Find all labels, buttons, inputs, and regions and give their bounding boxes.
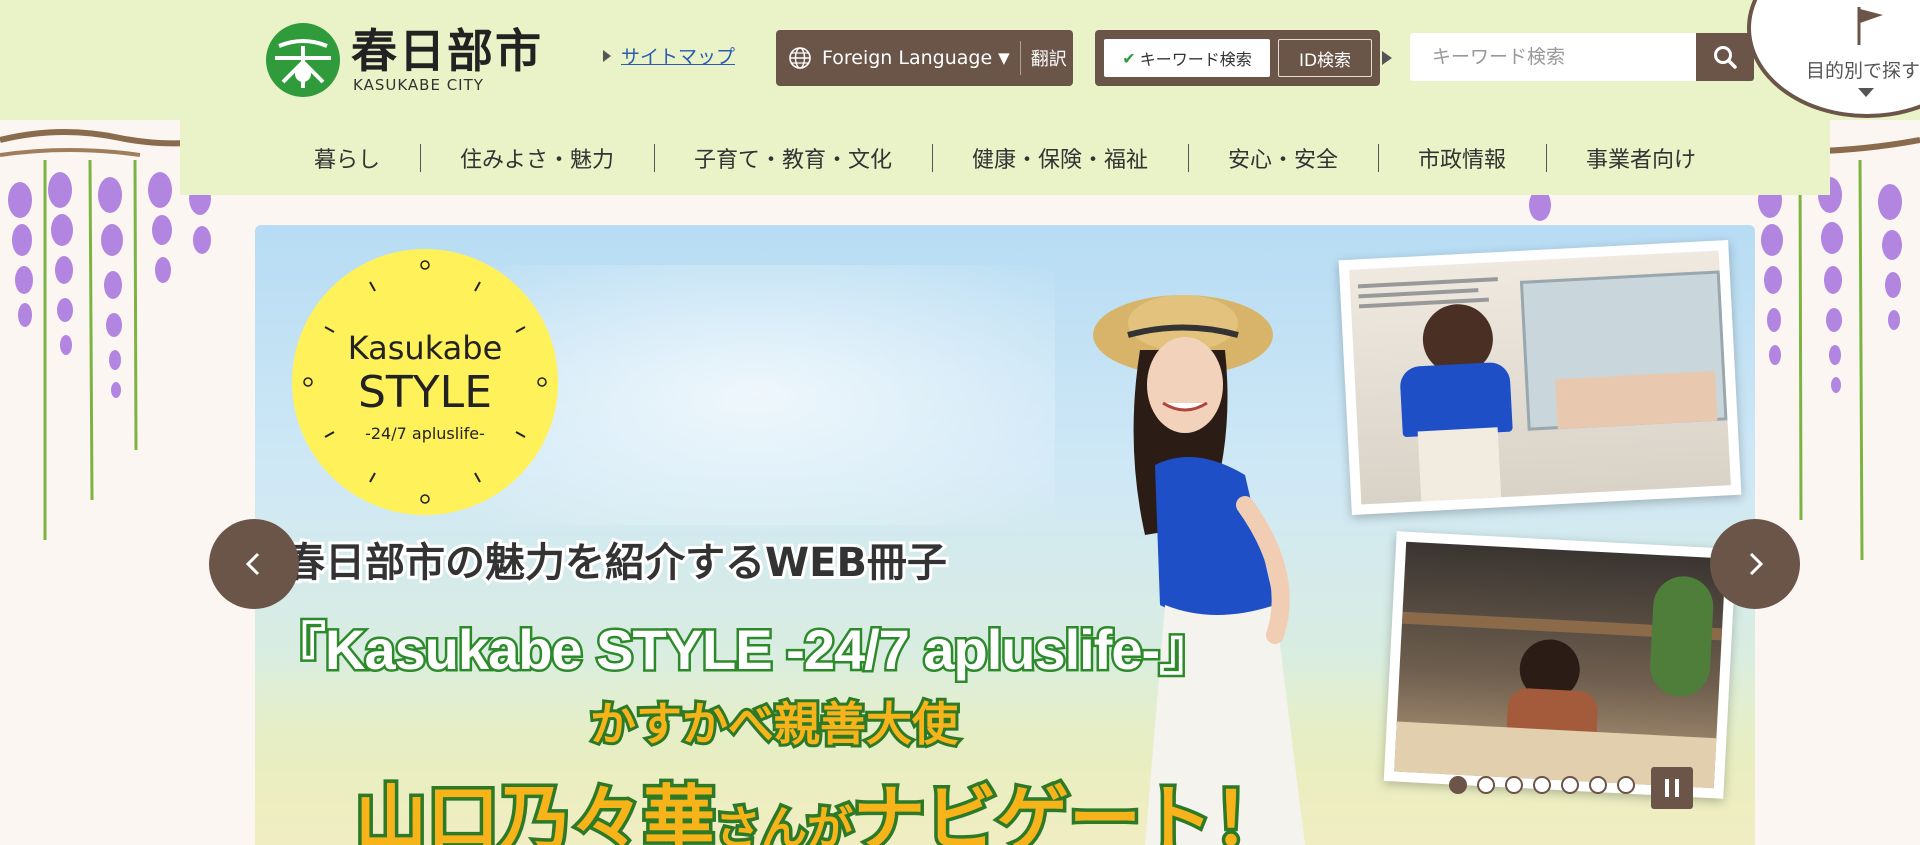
kasukabe-style-badge: Kasukabe STYLE -24/7 apluslife- [292,249,558,515]
keyword-search-label: キーワード検索 [1139,50,1252,69]
search-icon [1714,46,1737,69]
navigator-mid: さんが [712,798,857,845]
carousel-dot[interactable] [1589,776,1607,794]
photo-card-cafe [1383,531,1737,799]
globe-icon [789,47,811,69]
site-logo[interactable]: 春日部市 KASUKABE CITY [265,22,543,98]
nav-item-childcare[interactable]: 子育て・教育・文化 [653,142,932,174]
carousel-dot[interactable] [1505,776,1523,794]
nav-item-city-info[interactable]: 市政情報 [1378,142,1546,174]
search-input[interactable] [1410,33,1696,81]
chevron-right-icon [1749,552,1764,576]
photo-card-gelato [1338,239,1742,516]
carousel-next-button[interactable] [1710,519,1800,609]
navigator-name: 山口乃々華 [351,774,718,845]
translate-link[interactable]: 翻訳 [1031,45,1067,71]
badge-line2: STYLE [358,367,492,418]
carousel-dot[interactable] [1449,776,1467,794]
nav-item-safety[interactable]: 安心・安全 [1188,142,1378,174]
badge-line1: Kasukabe [348,329,503,367]
nav-item-business[interactable]: 事業者向け [1546,142,1736,174]
search-button[interactable] [1696,33,1754,81]
triangle-right-icon [1382,51,1392,65]
language-label: Foreign Language [822,47,993,69]
carousel-dots [1449,776,1645,794]
slide-ambassador: かすかべ親善大使 [587,694,961,754]
carousel-dot[interactable] [1477,776,1495,794]
purpose-search-label: 目的別で探す [1806,60,1920,82]
nav-item-attractions[interactable]: 住みよさ・魅力 [419,142,654,174]
keyword-search-tab[interactable]: ✔ キーワード検索 [1104,39,1270,77]
sitemap-link-wrap: サイトマップ [603,42,735,69]
slide-subtitle: 春日部市の魅力を紹介するWEB冊子 [282,537,950,589]
slide-navigator: 山口乃々華さんがナビゲート！ [351,760,1289,845]
nav-item-living[interactable]: 暮らし [274,142,420,174]
carousel-prev-button[interactable] [209,519,299,609]
search-type-toggle: ✔ キーワード検索 ID検索 [1095,30,1380,86]
nav-item-health[interactable]: 健康・保険・福祉 [931,142,1188,174]
carousel-dot[interactable] [1617,776,1635,794]
carousel-dot[interactable] [1533,776,1551,794]
site-name-jp: 春日部市 [351,24,543,78]
carousel-dot[interactable] [1561,776,1579,794]
divider [1019,41,1021,75]
flag-icon [1857,7,1883,45]
chevron-left-icon [245,552,260,576]
triangle-right-icon [603,49,611,62]
badge-line3: -24/7 apluslife- [365,424,485,443]
hero-slide[interactable]: Kasukabe STYLE -24/7 apluslife- 春日部市の魅力を… [255,225,1755,845]
kasukabe-emblem-icon [266,23,340,97]
pause-icon [1665,779,1669,797]
caret-down-icon: ▼ [998,49,1010,67]
navigator-end: ナビゲート！ [850,774,1289,845]
carousel-pause-button[interactable] [1651,767,1693,809]
global-nav: 暮らし 住みよさ・魅力 子育て・教育・文化 健康・保険・福祉 安心・安全 市政情… [180,120,1830,195]
check-icon: ✔ [1122,48,1136,68]
sitemap-link[interactable]: サイトマップ [621,42,735,69]
slide-title: 『Kasukabe STYLE -24/7 apluslife-』 [267,616,1217,684]
caret-down-icon [1858,88,1874,97]
site-name-en: KASUKABE CITY [353,76,484,94]
id-search-tab[interactable]: ID検索 [1278,39,1372,77]
language-selector[interactable]: Foreign Language ▼ 翻訳 [776,30,1073,86]
